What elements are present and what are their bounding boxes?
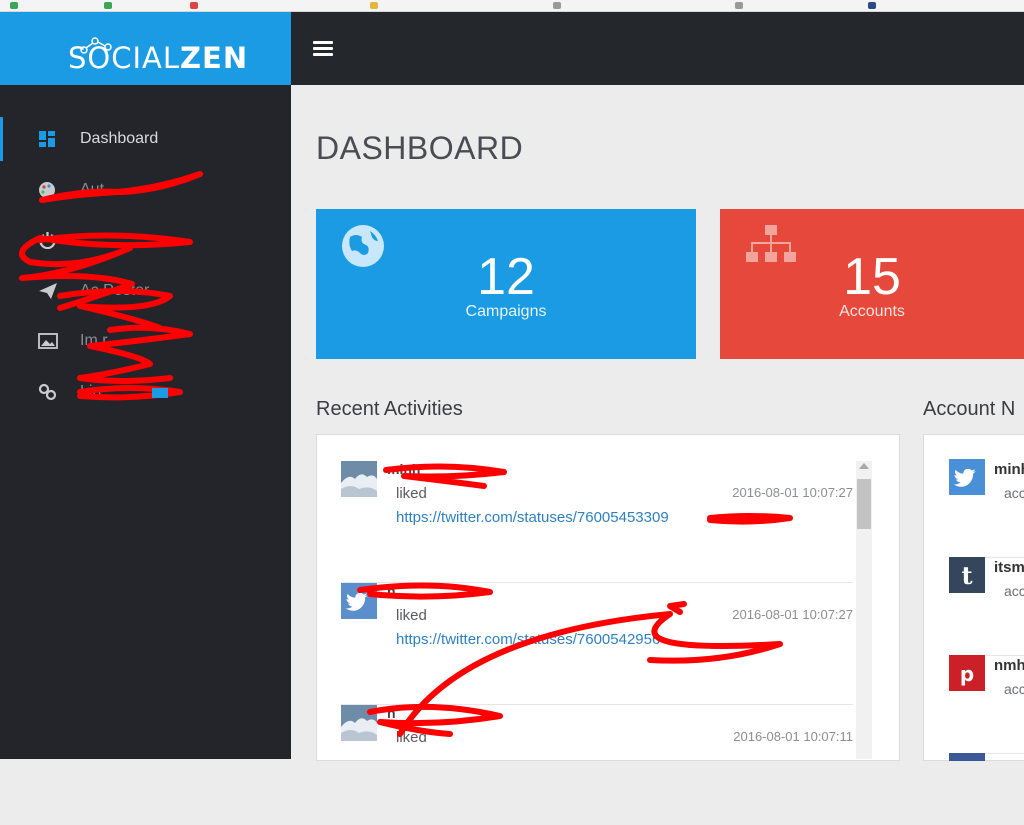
accounts-label: Accounts [839,303,905,320]
campaigns-stat-card[interactable]: 12 Campaigns [316,209,696,359]
account-icon [949,753,985,761]
photo-avatar [341,705,377,741]
scroll-up-arrow-icon[interactable] [859,463,869,469]
account-item[interactable]: t itsm acc [949,557,1024,656]
sidebar-item-poster[interactable]: Ac Poster [0,269,291,313]
sidebar-item-label: Lin [80,383,102,400]
bookmark-icon[interactable] [370,2,378,9]
twitter-icon [949,459,985,495]
account-item[interactable]: p nmh acc [949,655,1024,754]
activity-item: n liked 2016-08-01 10:07:11 [341,705,853,825]
activity-timestamp: 2016-08-01 10:07:11 [733,729,853,744]
sidebar-item-label: Im r [80,332,108,349]
activity-item: minh liked 2016-08-01 10:07:27 https://t… [341,461,853,583]
account-section-title: Account N [923,398,1016,420]
activity-user-name[interactable]: n [387,583,396,599]
pinterest-icon: p [949,655,985,691]
account-name: minh [994,461,1024,478]
top-bar [291,12,1024,85]
campaigns-count: 12 [477,248,535,306]
account-subtitle: acc [1004,583,1024,599]
sidebar-item-label: Dashboard [80,130,159,147]
bookmark-icon[interactable] [735,2,743,9]
palette-icon [39,182,55,198]
activity-user-name[interactable]: minh [387,461,420,477]
svg-text:p: p [960,662,974,686]
logo: SOCIALZEN [68,41,248,75]
bookmark-icon[interactable] [104,2,112,9]
sidebar-item-image[interactable]: Im r [0,319,291,363]
hamburger-icon[interactable] [313,41,333,57]
svg-text:t: t [961,561,972,590]
sidebar: Dashboard Aut Ac Poster Im r Lin [0,85,291,759]
activity-item: n liked 2016-08-01 10:07:27 https://twit… [341,583,853,705]
activities-scrollbar[interactable] [856,461,872,759]
scroll-thumb[interactable] [857,479,871,529]
page-title: DASHBOARD [316,130,524,166]
accounts-stat-card[interactable]: 15 Accounts [720,209,1024,359]
photo-avatar [341,461,377,497]
activity-link[interactable]: https://twitter.com/statuses/76005453309 [396,509,669,526]
sidebar-item-dashboard[interactable]: Dashboard [0,117,291,161]
activity-action: liked [396,485,427,502]
account-subtitle: acc [1004,485,1024,501]
account-name: itsm [994,559,1024,576]
paper-plane-icon [39,283,57,299]
activity-link[interactable]: https://twitter.com/statuses/7600542956 [396,631,660,648]
activity-timestamp: 2016-08-01 10:07:27 [732,485,853,500]
sidebar-item-label: Aut [80,181,105,198]
sidebar-item-label: Ac Poster [80,282,150,299]
account-name: nmh [994,657,1024,674]
browser-bookmark-bar [0,0,1024,12]
image-icon [38,333,58,349]
activity-timestamp: 2016-08-01 10:07:27 [732,607,853,622]
link-icon [38,383,57,401]
bookmark-icon[interactable] [553,2,561,9]
accounts-panel[interactable]: minh acc t itsm acc p nmh acc [923,434,1024,761]
campaigns-label: Campaigns [465,303,547,320]
tumblr-icon: t [949,557,985,593]
power-icon [39,232,56,249]
account-subtitle: acc [1004,681,1024,697]
accounts-count: 15 [843,248,901,306]
sidebar-item-link[interactable]: Lin [0,370,291,414]
dashboard-icon [39,131,55,147]
activity-user-name[interactable]: n [387,705,396,721]
sidebar-item-auto[interactable]: Aut [0,168,291,212]
account-item[interactable]: minh acc [949,459,1024,558]
logo-bar[interactable]: SOCIALZEN [0,12,291,85]
bookmark-icon[interactable] [190,2,198,9]
bookmark-icon[interactable] [868,2,876,9]
logo-part: SOCIAL [68,41,181,75]
logo-part: ZEN [180,41,249,75]
twitter-icon [341,583,377,619]
sidebar-item-power[interactable] [0,218,291,262]
activity-action: liked [396,729,427,746]
recent-activities-title: Recent Activities [316,398,463,420]
recent-activities-panel[interactable]: minh liked 2016-08-01 10:07:27 https://t… [316,434,900,761]
activity-action: liked [396,607,427,624]
bookmark-icon[interactable] [10,2,18,9]
